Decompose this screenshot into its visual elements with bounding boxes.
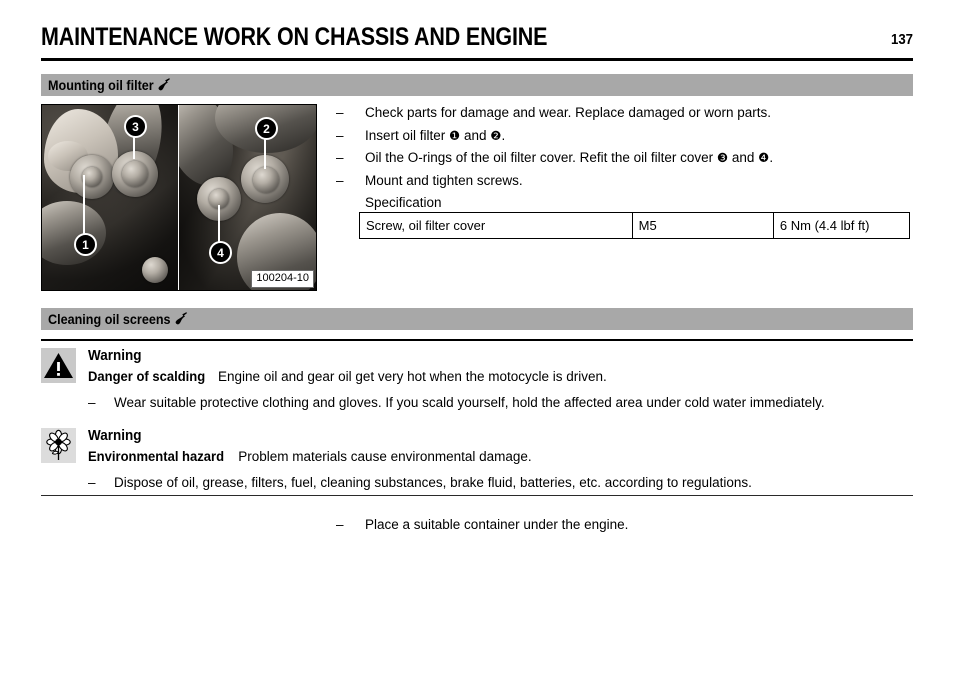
figure-callout-4: 4	[209, 241, 232, 264]
callout-marker-3: ❸	[716, 150, 729, 165]
step-item: – Insert oil filter ❶ and ❷.	[336, 125, 916, 148]
table-row: Screw, oil filter cover M5 6 Nm (4.4 lbf…	[359, 212, 911, 239]
warning-description: Engine oil and gear oil get very hot whe…	[218, 369, 607, 384]
step-text: Dispose of oil, grease, filters, fuel, c…	[114, 475, 752, 490]
section-header-cleaning-oil-screens: Cleaning oil screens	[41, 308, 913, 330]
step-text: Wear suitable protective clothing and gl…	[114, 395, 825, 410]
step-text: Mount and tighten screws.	[365, 172, 523, 188]
header-rule	[41, 58, 913, 61]
environment-flower-icon	[41, 428, 76, 463]
step-text: and	[460, 127, 491, 143]
warning-body: Warning Environmental hazard Problem mate…	[88, 426, 532, 467]
wrench-icon	[158, 77, 172, 95]
divider-below-warnings	[41, 495, 913, 496]
warning-description: Problem materials cause environmental da…	[238, 449, 532, 464]
warning-title: Warning	[88, 348, 142, 364]
steps-cleaning-oil-screens: – Place a suitable container under the e…	[336, 514, 916, 537]
section-header-mounting-oil-filter: Mounting oil filter	[41, 74, 913, 96]
page-header: MAINTENANCE WORK ON CHASSIS AND ENGINE 1…	[41, 22, 913, 62]
step-dash: –	[336, 105, 344, 120]
step-item: – Check parts for damage and wear. Repla…	[336, 102, 916, 125]
step-text: Insert oil filter	[365, 127, 450, 143]
spec-name: Screw, oil filter cover	[359, 212, 633, 239]
specification-table: Screw, oil filter cover M5 6 Nm (4.4 lbf…	[359, 212, 911, 239]
spec-size: M5	[631, 212, 774, 239]
warning-body: Warning Danger of scalding Engine oil and…	[88, 346, 607, 387]
step-text: .	[501, 127, 506, 143]
step-text: Oil the O-rings of the oil filter cover.…	[365, 150, 717, 165]
manual-page: MAINTENANCE WORK ON CHASSIS AND ENGINE 1…	[0, 0, 954, 675]
figure-oil-filter: 1 3 2 4 100204-10	[41, 104, 317, 291]
step-item: – Mount and tighten screws.	[336, 170, 916, 193]
wrench-icon	[175, 311, 189, 329]
callout-marker-2: ❷	[490, 127, 502, 143]
step-dash: –	[88, 395, 96, 410]
step-text: and	[728, 150, 759, 165]
figure-callout-2: 2	[255, 117, 278, 140]
step-dash: –	[336, 172, 344, 188]
page-number: 137	[890, 31, 913, 48]
warning-subject: Environmental hazard	[88, 448, 225, 464]
step-item: – Oil the O-rings of the oil filter cove…	[336, 147, 916, 170]
section-title-text: Cleaning oil screens	[48, 311, 171, 327]
figure-caption: 100204-10	[251, 270, 314, 288]
callout-marker-1: ❶	[449, 127, 461, 143]
page-title: MAINTENANCE WORK ON CHASSIS AND ENGINE	[41, 23, 548, 51]
step-item: – Wear suitable protective clothing and …	[88, 392, 825, 415]
warning-text-line: Environmental hazard Problem materials ca…	[88, 446, 532, 467]
warning-subject: Danger of scalding	[88, 368, 206, 384]
section-title: Cleaning oil screens	[48, 310, 189, 329]
step-dash: –	[336, 517, 344, 532]
warning-text-line: Danger of scalding Engine oil and gear oi…	[88, 366, 607, 387]
warning-title: Warning	[88, 428, 142, 444]
step-dash: –	[88, 475, 96, 490]
step-dash: –	[336, 150, 344, 165]
figure-callout-3: 3	[124, 115, 147, 138]
callout-marker-4: ❹	[758, 150, 770, 165]
step-text: Place a suitable container under the eng…	[365, 517, 629, 532]
warning-triangle-icon	[41, 348, 76, 383]
warning-steps-scalding: – Wear suitable protective clothing and …	[88, 392, 825, 415]
figure-photo-left: 1 3	[42, 105, 178, 290]
step-item: – Dispose of oil, grease, filters, fuel,…	[88, 472, 752, 495]
warning-steps-environment: – Dispose of oil, grease, filters, fuel,…	[88, 472, 752, 495]
section-title: Mounting oil filter	[48, 76, 172, 95]
divider-below-section-header	[41, 339, 913, 341]
step-dash: –	[336, 127, 344, 143]
specification-label: Specification	[365, 195, 442, 210]
step-text: Check parts for damage and wear. Replace…	[365, 105, 771, 120]
steps-mounting-oil-filter: – Check parts for damage and wear. Repla…	[336, 102, 916, 215]
step-item: – Place a suitable container under the e…	[336, 514, 916, 537]
figure-photo-right: 2 4	[179, 105, 316, 290]
figure-callout-1: 1	[74, 233, 97, 256]
spec-torque: 6 Nm (4.4 lbf ft)	[772, 212, 911, 239]
step-text: .	[769, 150, 774, 165]
section-title-text: Mounting oil filter	[48, 77, 154, 93]
